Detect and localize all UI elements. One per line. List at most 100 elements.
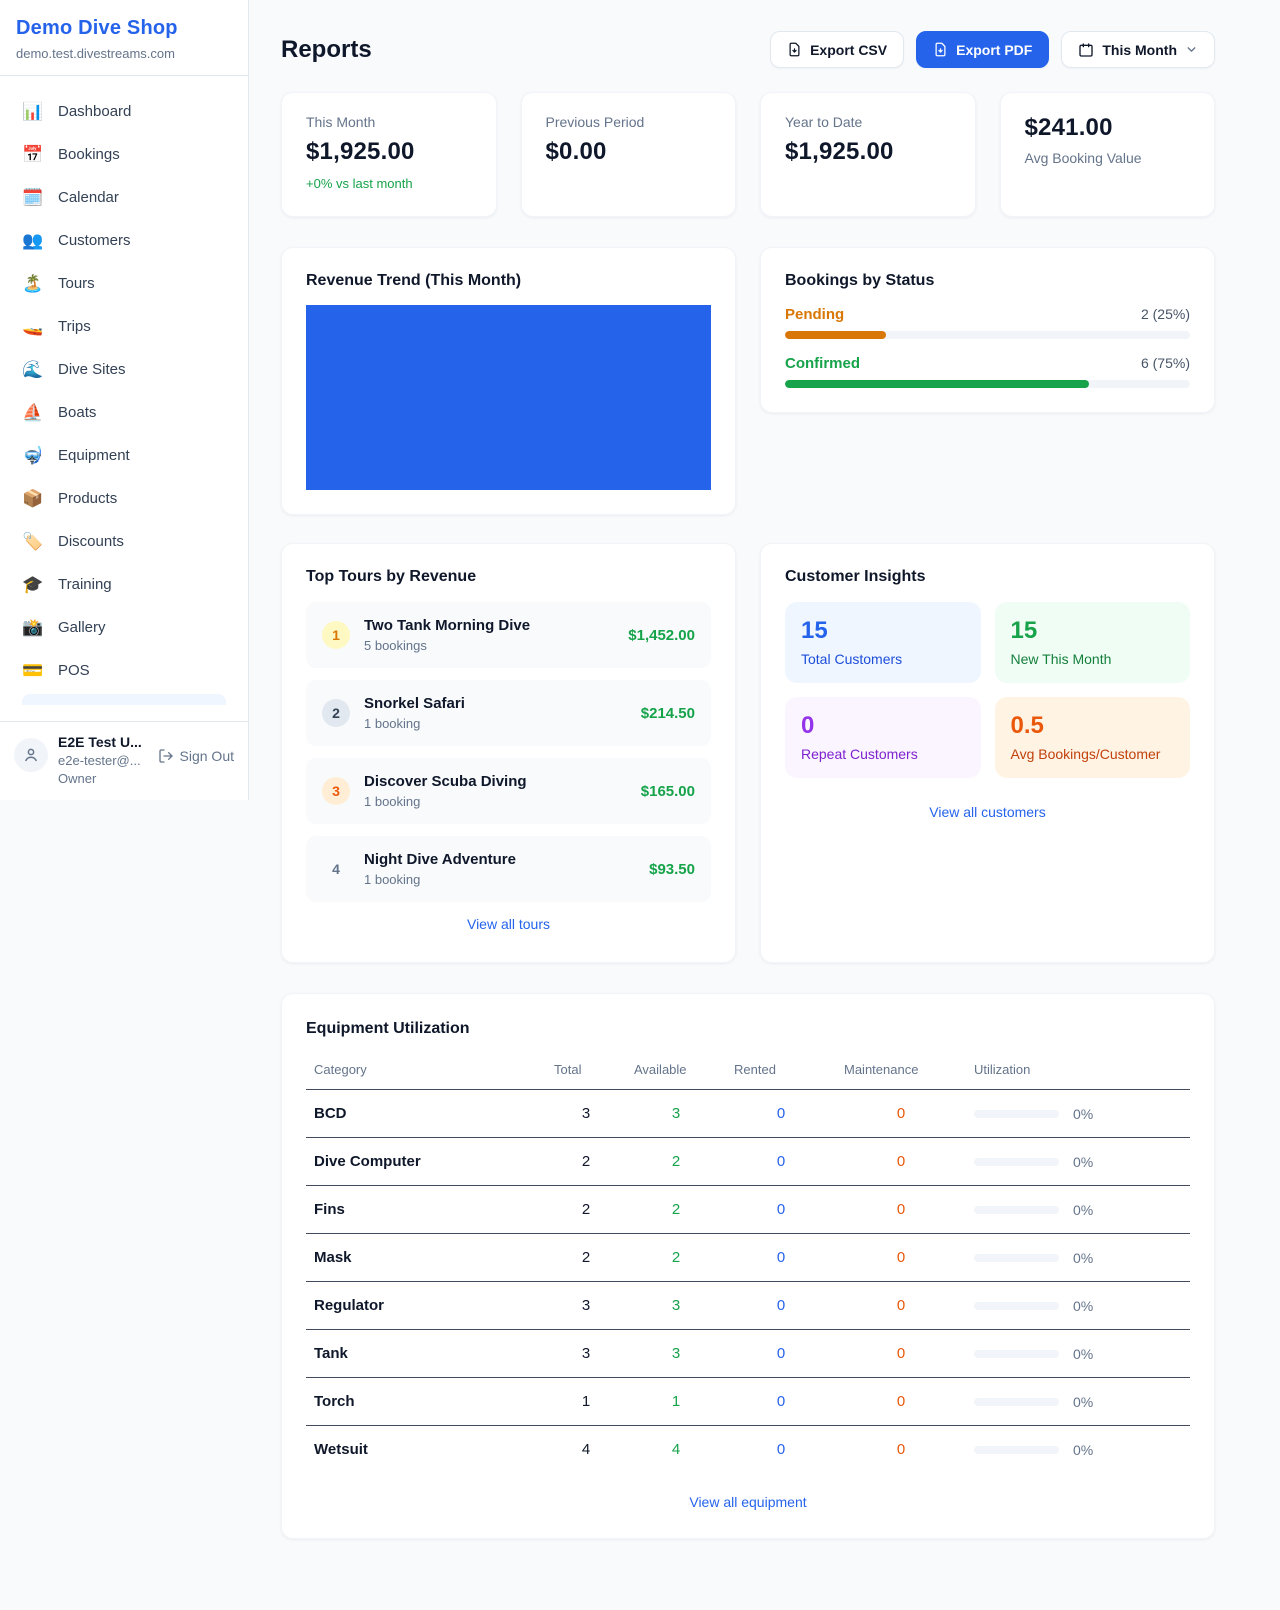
equipment-table: Category Total Available Rented Maintena… xyxy=(306,1052,1190,1474)
sidebar-item-pos[interactable]: 💳 POS xyxy=(12,649,236,692)
chevron-down-icon xyxy=(1185,43,1198,56)
shop-name: Demo Dive Shop xyxy=(16,17,232,40)
insight-repeat-customers: 0 Repeat Customers xyxy=(785,697,981,778)
sidebar-item-boats[interactable]: ⛵ Boats xyxy=(12,391,236,434)
rank-badge: 1 xyxy=(322,621,350,649)
confirmed-count: 6 (75%) xyxy=(1141,355,1190,371)
equipment-utilization-title: Equipment Utilization xyxy=(306,1020,1190,1038)
revenue-trend-card: Revenue Trend (This Month) xyxy=(281,247,736,515)
table-row: Tank 3 3 0 0 0% xyxy=(306,1330,1190,1378)
file-download-icon xyxy=(787,42,802,57)
table-row: Fins 2 2 0 0 0% xyxy=(306,1186,1190,1234)
sidebar-item-gallery[interactable]: 📸 Gallery xyxy=(12,606,236,649)
wave-icon: 🌊 xyxy=(22,361,44,378)
export-csv-button[interactable]: Export CSV xyxy=(770,31,904,68)
table-row: Torch 1 1 0 0 0% xyxy=(306,1378,1190,1426)
insight-total-customers: 15 Total Customers xyxy=(785,602,981,683)
dashboard-icon: 📊 xyxy=(22,103,44,120)
insight-grid: 15 Total Customers 15 New This Month 0 R… xyxy=(785,602,1190,778)
sidebar-item-training[interactable]: 🎓 Training xyxy=(12,563,236,606)
period-dropdown[interactable]: This Month xyxy=(1061,31,1215,68)
tour-row: 3 Discover Scuba Diving 1 booking $165.0… xyxy=(306,758,711,824)
insight-new-this-month: 15 New This Month xyxy=(995,602,1191,683)
rank-badge: 2 xyxy=(322,699,350,727)
customer-insights-title: Customer Insights xyxy=(785,568,1190,586)
graduation-cap-icon: 🎓 xyxy=(22,576,44,593)
view-all-equipment-link[interactable]: View all equipment xyxy=(689,1494,806,1510)
utilization-bar xyxy=(974,1158,1059,1166)
rank-badge: 3 xyxy=(322,777,350,805)
tour-row: 2 Snorkel Safari 1 booking $214.50 xyxy=(306,680,711,746)
sidebar-item-customers[interactable]: 👥 Customers xyxy=(12,219,236,262)
sidebar-item-tours[interactable]: 🏝️ Tours xyxy=(12,262,236,305)
table-row: Wetsuit 4 4 0 0 0% xyxy=(306,1426,1190,1474)
charts-row: Revenue Trend (This Month) Bookings by S… xyxy=(281,247,1215,515)
sidebar-item-reports-partial[interactable] xyxy=(22,694,226,705)
insight-avg-bookings: 0.5 Avg Bookings/Customer xyxy=(995,697,1191,778)
sidebar-item-trips[interactable]: 🚤 Trips xyxy=(12,305,236,348)
customer-insights-card: Customer Insights 15 Total Customers 15 … xyxy=(760,543,1215,963)
diving-mask-icon: 🤿 xyxy=(22,447,44,464)
pending-progress-fill xyxy=(785,331,886,339)
credit-card-icon: 💳 xyxy=(22,662,44,679)
stats-row: This Month $1,925.00 +0% vs last month P… xyxy=(281,92,1215,217)
utilization-bar xyxy=(974,1302,1059,1310)
equipment-utilization-card: Equipment Utilization Category Total Ava… xyxy=(281,993,1215,1539)
sidebar-item-calendar[interactable]: 🗓️ Calendar xyxy=(12,176,236,219)
table-row: BCD 3 3 0 0 0% xyxy=(306,1090,1190,1138)
package-icon: 📦 xyxy=(22,490,44,507)
sidebar-item-equipment[interactable]: 🤿 Equipment xyxy=(12,434,236,477)
stat-card-previous-period: Previous Period $0.00 xyxy=(521,92,737,217)
trips-boat-icon: 🚤 xyxy=(22,318,44,335)
user-meta: E2E Test U... e2e-tester@... Owner xyxy=(58,734,148,786)
stat-delta: +0% vs last month xyxy=(306,176,472,191)
confirmed-label: Confirmed xyxy=(785,355,860,372)
top-tours-card: Top Tours by Revenue 1 Two Tank Morning … xyxy=(281,543,736,963)
view-all-tours-link[interactable]: View all tours xyxy=(467,916,550,932)
pending-progress-track xyxy=(785,331,1190,339)
view-all-customers-link[interactable]: View all customers xyxy=(929,804,1045,820)
confirmed-progress-track xyxy=(785,380,1190,388)
bookings-by-status-title: Bookings by Status xyxy=(785,272,1190,290)
sign-out-button[interactable]: Sign Out xyxy=(158,748,234,764)
status-row-confirmed: Confirmed 6 (75%) xyxy=(785,355,1190,388)
stat-card-this-month: This Month $1,925.00 +0% vs last month xyxy=(281,92,497,217)
sidebar-header: Demo Dive Shop demo.test.divestreams.com xyxy=(0,0,248,76)
user-panel: E2E Test U... e2e-tester@... Owner Sign … xyxy=(0,721,248,800)
person-icon xyxy=(22,746,40,764)
utilization-bar xyxy=(974,1446,1059,1454)
camera-icon: 📸 xyxy=(22,619,44,636)
sidebar-item-dashboard[interactable]: 📊 Dashboard xyxy=(12,90,236,133)
sidebar-item-bookings[interactable]: 📅 Bookings xyxy=(12,133,236,176)
sidebar-item-discounts[interactable]: 🏷️ Discounts xyxy=(12,520,236,563)
sidebar-item-dive-sites[interactable]: 🌊 Dive Sites xyxy=(12,348,236,391)
sidebar: Demo Dive Shop demo.test.divestreams.com… xyxy=(0,0,249,800)
revenue-trend-title: Revenue Trend (This Month) xyxy=(306,272,711,290)
page-title: Reports xyxy=(281,36,372,64)
table-row: Regulator 3 3 0 0 0% xyxy=(306,1282,1190,1330)
tour-list: 1 Two Tank Morning Dive 5 bookings $1,45… xyxy=(306,602,711,902)
top-tours-title: Top Tours by Revenue xyxy=(306,568,711,586)
sidebar-nav: 📊 Dashboard 📅 Bookings 🗓️ Calendar 👥 Cus… xyxy=(0,76,248,721)
stat-card-year-to-date: Year to Date $1,925.00 xyxy=(760,92,976,217)
user-email: e2e-tester@... xyxy=(58,753,148,768)
bookings-by-status-card: Bookings by Status Pending 2 (25%) Confi… xyxy=(760,247,1215,413)
rank-badge: 4 xyxy=(322,855,350,883)
main-content: Reports Export CSV Export PDF This Month xyxy=(249,0,1280,1579)
equipment-table-header: Category Total Available Rented Maintena… xyxy=(306,1052,1190,1090)
sidebar-item-products[interactable]: 📦 Products xyxy=(12,477,236,520)
revenue-trend-chart xyxy=(306,305,711,490)
table-row: Mask 2 2 0 0 0% xyxy=(306,1234,1190,1282)
tour-row: 4 Night Dive Adventure 1 booking $93.50 xyxy=(306,836,711,902)
tag-icon: 🏷️ xyxy=(22,533,44,550)
utilization-bar xyxy=(974,1398,1059,1406)
utilization-bar xyxy=(974,1350,1059,1358)
stat-card-avg-booking-value: $241.00 Avg Booking Value xyxy=(1000,92,1216,217)
export-pdf-button[interactable]: Export PDF xyxy=(916,31,1049,68)
utilization-bar xyxy=(974,1206,1059,1214)
sailboat-icon: ⛵ xyxy=(22,404,44,421)
bookings-calendar-icon: 📅 xyxy=(22,146,44,163)
header-actions: Export CSV Export PDF This Month xyxy=(770,31,1215,68)
insights-row: Top Tours by Revenue 1 Two Tank Morning … xyxy=(281,543,1215,963)
user-role: Owner xyxy=(58,771,148,786)
